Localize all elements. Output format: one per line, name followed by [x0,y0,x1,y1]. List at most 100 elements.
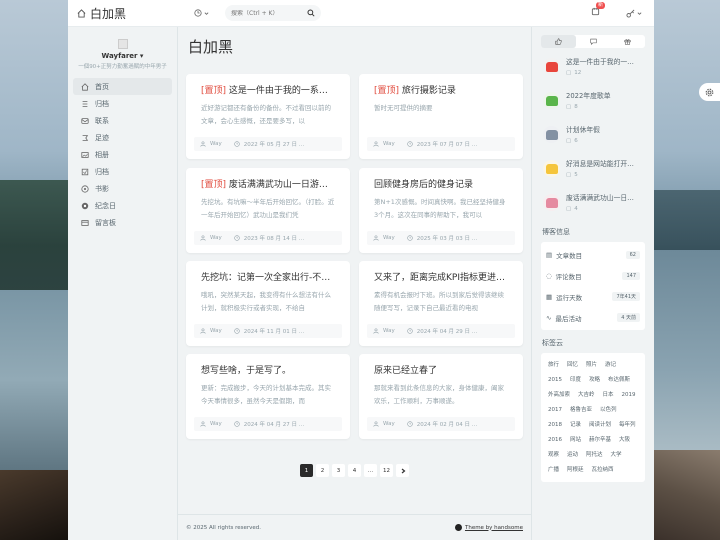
tag[interactable]: 攻略 [587,374,602,386]
background-scenery-right [652,190,720,250]
post-title[interactable]: 回顾健身房后的健身记录 [374,177,508,190]
info-value: 62 [625,250,640,259]
tag[interactable]: 游记 [603,359,618,371]
tag[interactable]: 外高加索 [546,389,572,401]
tag[interactable]: 以色列 [598,404,619,416]
tag[interactable]: 大阪 [617,434,632,446]
menu-item-anniversary[interactable]: 纪念日 [73,197,172,214]
tag[interactable]: 大学 [609,449,624,461]
search-icon[interactable] [307,9,315,17]
theme-link[interactable]: Theme by handsome [454,524,523,531]
hot-post-item[interactable]: 好消息是网站能打开… ▢ 5 [532,158,654,189]
tag[interactable]: 阿根廷 [565,464,586,476]
post-date: 2025 年 03 月 03 日 … [416,236,478,242]
tab-comments[interactable] [576,35,611,48]
post-card[interactable]: 想写些啥，于是写了。 更新：完成搬步，今天的计划基本完成。其实今天事情很多，虽然… [186,354,350,439]
search-input[interactable] [231,9,301,17]
settings-float-button[interactable] [699,83,720,101]
post-card[interactable]: [置顶] 废话满满武功山一日游非… 先挖坑。有坑嘛～半年后开始回忆。（打脸。近一… [186,168,350,253]
tag[interactable]: 2016 [546,434,564,446]
tag[interactable]: 日本 [601,389,616,401]
page-button-3[interactable]: 3 [332,464,345,477]
info-label: 运行天数 [556,293,583,302]
menu-item-archive-2[interactable]: 归档 [73,163,172,180]
post-title[interactable]: [置顶] 这是一件由于我的一系列… [201,83,335,96]
tag[interactable]: 印度 [568,374,583,386]
tag[interactable]: 每年列 [617,419,638,431]
post-card[interactable]: 回顾健身房后的健身记录 第N+1次感慨。时间真快啊。我已经坚持健身3个月。这次在… [359,168,523,253]
tag[interactable]: 布达佩斯 [606,374,632,386]
post-title[interactable]: 先挖坑：记第一次全家出行-不… [201,270,335,283]
user-menu-button[interactable] [626,9,642,18]
tab-gift[interactable] [610,35,645,48]
tag[interactable]: 广播 [546,464,561,476]
post-title[interactable]: [置顶] 旅行摄影记录 [374,83,508,96]
post-card[interactable]: [置顶] 这是一件由于我的一系列… 近好游记都还有备份的备份。不过看回以前的文章… [186,74,350,159]
chevron-down-icon [637,11,642,15]
tag[interactable]: 旅行 [546,359,561,371]
page-button-1[interactable]: 1 [300,464,313,477]
tag[interactable]: 瓦拉纳西 [590,464,616,476]
blog-info-box: ▤ 文章数目 62 ◌ 评论数目 147 ▦ 运行天数 7年41天 ∿ 最后活动… [541,242,645,330]
post-excerpt: 那就来看到此条信息的大家，身体健康，阖家欢乐，工作顺利，万事顺遂。 [374,384,504,405]
theme-toggle-button[interactable] [194,9,209,17]
brand[interactable]: 白加黑 [68,5,188,22]
tag[interactable]: 2015 [546,374,564,386]
tag[interactable]: 记录 [568,419,583,431]
next-page-button[interactable] [396,464,409,477]
tag[interactable]: 赫尔辛基 [587,434,613,446]
hot-post-comments: ▢ 6 [566,138,638,144]
tag[interactable]: 回忆 [565,359,580,371]
hot-post-item[interactable]: 2022年度歌单 ▢ 8 [532,90,654,121]
menu-item-footprint[interactable]: 足迹 [73,129,172,146]
tag[interactable]: 2019 [620,389,638,401]
tab-hot[interactable] [541,35,576,48]
tag[interactable]: 2017 [546,404,564,416]
article-icon: ▤ [546,250,553,259]
menu-item-archive[interactable]: 归档 [73,95,172,112]
tag[interactable]: 格鲁吉亚 [568,404,594,416]
page-button-4[interactable]: 4 [348,464,361,477]
menu-item-book[interactable]: 书影 [73,180,172,197]
hot-post-item[interactable]: 计划休年假 ▢ 6 [532,124,654,155]
theme-logo-icon [454,524,462,531]
profile-name[interactable]: Wayfarer ▾ [68,52,177,60]
menu-item-contact[interactable]: 联系 [73,112,172,129]
post-meta: Way 2023 年 08 月 14 日 … [194,231,342,245]
post-title-text: 这是一件由于我的一系列… [226,86,335,96]
post-title[interactable]: [置顶] 废话满满武功山一日游非… [201,177,335,190]
clock-icon [407,235,413,241]
post-card[interactable]: 又来了，距离完成KPI指标更进… 素得有机会报时下班。所以到家后觉得该继续随便写… [359,261,523,346]
menu-item-album[interactable]: 相册 [73,146,172,163]
hot-post-item[interactable]: 这是一件由于我的一… ▢ 12 [532,56,654,87]
post-title[interactable]: 想写些啥，于是写了。 [201,363,335,376]
hot-post-comments: ▢ 12 [566,70,638,76]
post-excerpt: 素得有机会报时下班。所以到家后觉得该继续随便写写，记录下自己最近看的电视 [374,291,504,312]
post-card[interactable]: 原来已经立春了 那就来看到此条信息的大家，身体健康，阖家欢乐，工作顺利，万事顺遂… [359,354,523,439]
tag[interactable]: 运动 [565,449,580,461]
hot-post-comments: ▢ 4 [566,206,638,212]
tag[interactable]: 大吉岭 [576,389,597,401]
post-card[interactable]: [置顶] 旅行摄影记录 暂时无可提供的摘要 Way 2023 年 07 月 07… [359,74,523,159]
background-water-right [652,250,720,450]
tag[interactable]: 2018 [546,419,564,431]
page-button-2[interactable]: 2 [316,464,329,477]
post-author: Way [210,235,222,241]
post-excerpt: 第N+1次感慨。时间真快啊。我已经坚持健身3个月。这次在同事的帮助下，我可以 [374,198,506,219]
menu-item-message-board[interactable]: 留言板 [73,214,172,231]
tag[interactable]: 照片 [584,359,599,371]
blog-info-title: 博客信息 [542,228,570,236]
clock-icon [234,328,240,334]
post-title[interactable]: 又来了，距离完成KPI指标更进… [374,270,508,283]
avatar[interactable] [117,39,128,49]
page-button-last[interactable]: 12 [380,464,393,477]
post-card[interactable]: 先挖坑：记第一次全家出行-不… 哦吼，突然某天起，我变得有什么想法有什么计划，就… [186,261,350,346]
hot-post-item[interactable]: 废话满满武功山一日… ▢ 4 [532,192,654,223]
tag[interactable]: 观察 [546,449,561,461]
tag[interactable]: 网站 [568,434,583,446]
tag[interactable]: 阿托达 [584,449,605,461]
menu-item-home[interactable]: 首页 [73,78,172,95]
post-title[interactable]: 原来已经立春了 [374,363,508,376]
notification-button[interactable]: 新 [591,2,606,19]
tag[interactable]: 阅读计划 [587,419,613,431]
